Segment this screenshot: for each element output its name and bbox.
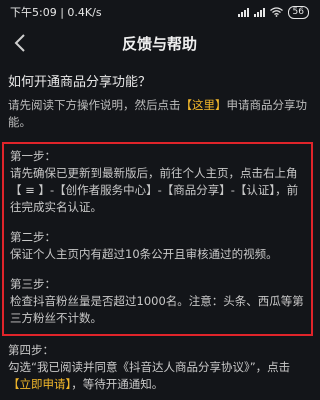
step-body: 勾选“我已阅读并同意《抖音达人商品分享协议》”，点击【立即申请】，等待开通通知。 (8, 359, 313, 393)
status-bar: 下午5:09 | 0.4K/s 56 (0, 0, 319, 24)
step-3: 第三步： 检查抖音粉丝量是否超过1000名。注意：头条、西瓜等第三方粉丝不计数。 (10, 276, 305, 327)
question-heading: 如何开通商品分享功能？ (8, 75, 152, 90)
signal-icon (237, 7, 249, 17)
help-content: 如何开通商品分享功能？ 请先阅读下方操作说明，然后点击【这里】申请商品分享功能。 (8, 74, 308, 131)
chevron-left-icon (14, 34, 25, 52)
step-4: 第四步： 勾选“我已阅读并同意《抖音达人商品分享协议》”，点击【立即申请】，等待… (8, 342, 313, 393)
step-body: 请先确保已更新到最新版后，前往个人主页，点击右上角【 ≡ 】-【创作者服务中心】… (10, 166, 299, 214)
step-1: 第一步： 请先确保已更新到最新版后，前往个人主页，点击右上角【 ≡ 】-【创作者… (10, 148, 305, 216)
intro-text: 请先阅读下方操作说明，然后点击【这里】申请商品分享功能。 (8, 97, 308, 131)
apply-now-link[interactable]: 【立即申请】 (8, 377, 71, 391)
battery-icon: 56 (287, 5, 309, 19)
wifi-icon (269, 7, 283, 17)
nav-bar: 反馈与帮助 (0, 24, 319, 62)
step-body: 保证个人主页内有超过10条公开且审核通过的视频。 (10, 247, 278, 261)
step4-body-before: 勾选“我已阅读并同意《抖音达人商品分享协议》”，点击 (8, 360, 291, 374)
page-title: 反馈与帮助 (121, 34, 197, 53)
step-2: 第二步： 保证个人主页内有超过10条公开且审核通过的视频。 (10, 229, 305, 263)
status-time: 下午5:09 | 0.4K/s (10, 6, 102, 19)
step-title: 第四步： (8, 343, 54, 357)
step-title: 第三步： (10, 277, 56, 291)
steps-highlight-box: 第一步： 请先确保已更新到最新版后，前往个人主页，点击右上角【 ≡ 】-【创作者… (2, 142, 313, 336)
back-button[interactable] (6, 29, 34, 57)
apply-here-link[interactable]: 【这里】 (181, 98, 227, 112)
step-body: 检查抖音粉丝量是否超过1000名。注意：头条、西瓜等第三方粉丝不计数。 (10, 294, 304, 325)
status-icons: 56 (237, 5, 309, 19)
signal-icon-2 (253, 7, 265, 17)
intro-text-before: 请先阅读下方操作说明，然后点击 (8, 98, 181, 112)
step4-body-after: ，等待开通通知。 (71, 377, 164, 391)
step-title: 第一步： (10, 149, 56, 163)
step-title: 第二步： (10, 230, 56, 244)
